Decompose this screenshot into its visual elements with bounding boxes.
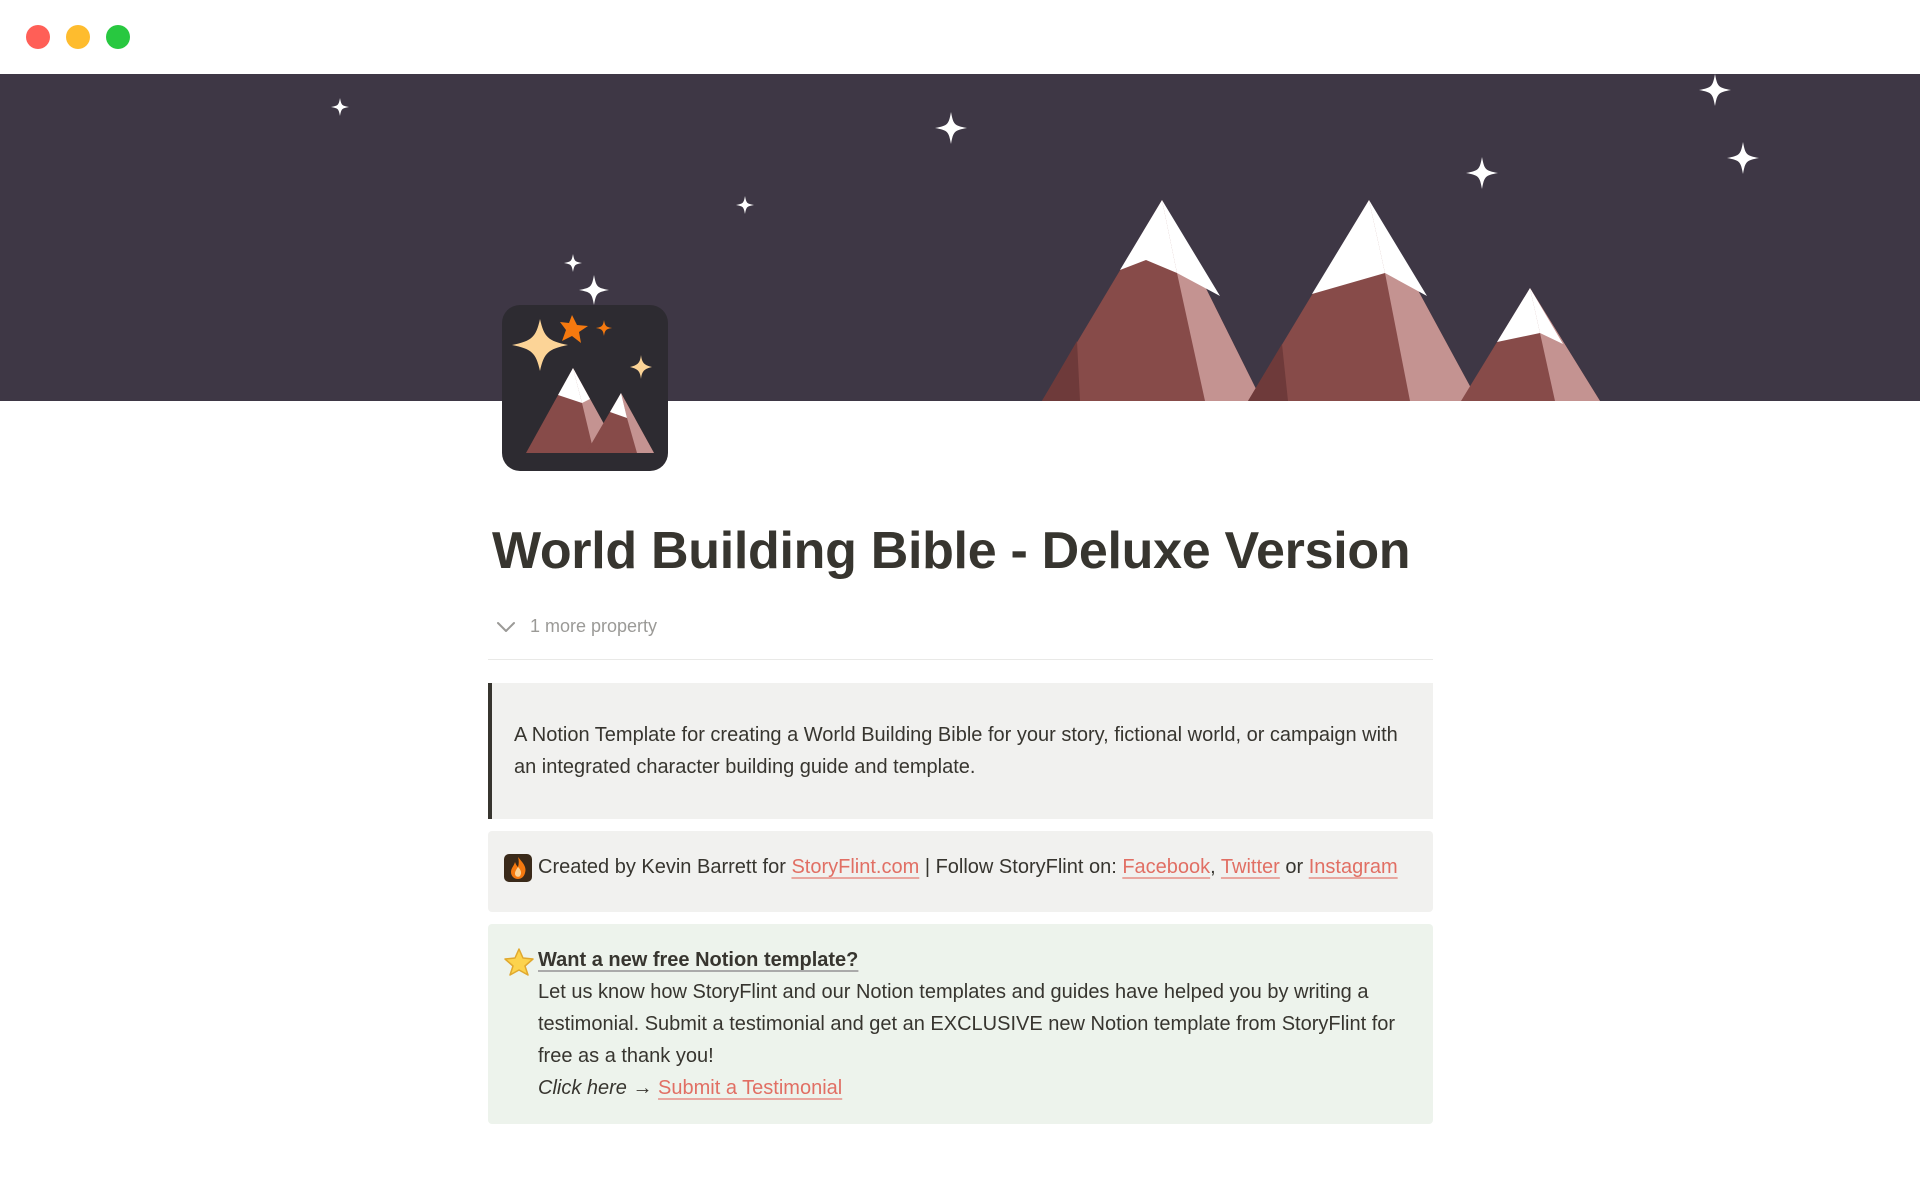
twitter-link[interactable]: Twitter	[1221, 856, 1280, 878]
mountains-stars-cover-icon	[331, 74, 1759, 401]
click-here-text: Click here	[538, 1077, 627, 1100]
flame-icon	[504, 851, 538, 892]
testimonial-callout: Want a new free Notion template? Let us …	[488, 924, 1433, 1125]
divider	[488, 659, 1433, 661]
page-content: World Building Bible - Deluxe Version 1 …	[488, 520, 1433, 1125]
arrow-icon: →	[626, 1077, 659, 1100]
window-minimize-button[interactable]	[66, 25, 90, 49]
window-close-button[interactable]	[26, 25, 50, 49]
page-cover-image[interactable]	[0, 74, 1920, 401]
submit-testimonial-link[interactable]: Submit a Testimonial	[658, 1077, 842, 1099]
credits-callout: Created by Kevin Barrett for StoryFlint.…	[488, 831, 1433, 913]
chevron-down-icon	[497, 621, 515, 632]
testimonial-description: Let us know how StoryFlint and our Notio…	[538, 981, 1396, 1068]
instagram-link[interactable]: Instagram	[1309, 856, 1398, 878]
credits-text: Created by Kevin Barrett for StoryFlint.…	[538, 851, 1409, 892]
follow-text: | Follow StoryFlint on:	[919, 856, 1123, 879]
quote-block: A Notion Template for creating a World B…	[488, 683, 1433, 820]
window-maximize-button[interactable]	[106, 25, 130, 49]
storyflint-link[interactable]: StoryFlint.com	[791, 856, 919, 878]
facebook-link[interactable]: Facebook	[1122, 856, 1210, 878]
testimonial-body: Want a new free Notion template? Let us …	[538, 944, 1409, 1104]
star-icon	[504, 944, 538, 1104]
testimonial-cta: Click here → Submit a Testimonial	[538, 1072, 1409, 1104]
testimonial-heading[interactable]: Want a new free Notion template?	[538, 944, 1409, 976]
quote-text[interactable]: A Notion Template for creating a World B…	[514, 724, 1398, 778]
page-title[interactable]: World Building Bible - Deluxe Version	[488, 520, 1433, 582]
window-titlebar	[0, 0, 1920, 74]
credits-prefix: Created by Kevin Barrett for	[538, 856, 792, 879]
or-text: or	[1279, 856, 1304, 879]
comma-text: ,	[1210, 856, 1221, 879]
mountains-sparkles-icon	[512, 315, 654, 453]
page-icon[interactable]	[502, 305, 668, 471]
more-property-toggle[interactable]: 1 more property	[488, 616, 1433, 637]
more-property-label: 1 more property	[530, 616, 658, 637]
